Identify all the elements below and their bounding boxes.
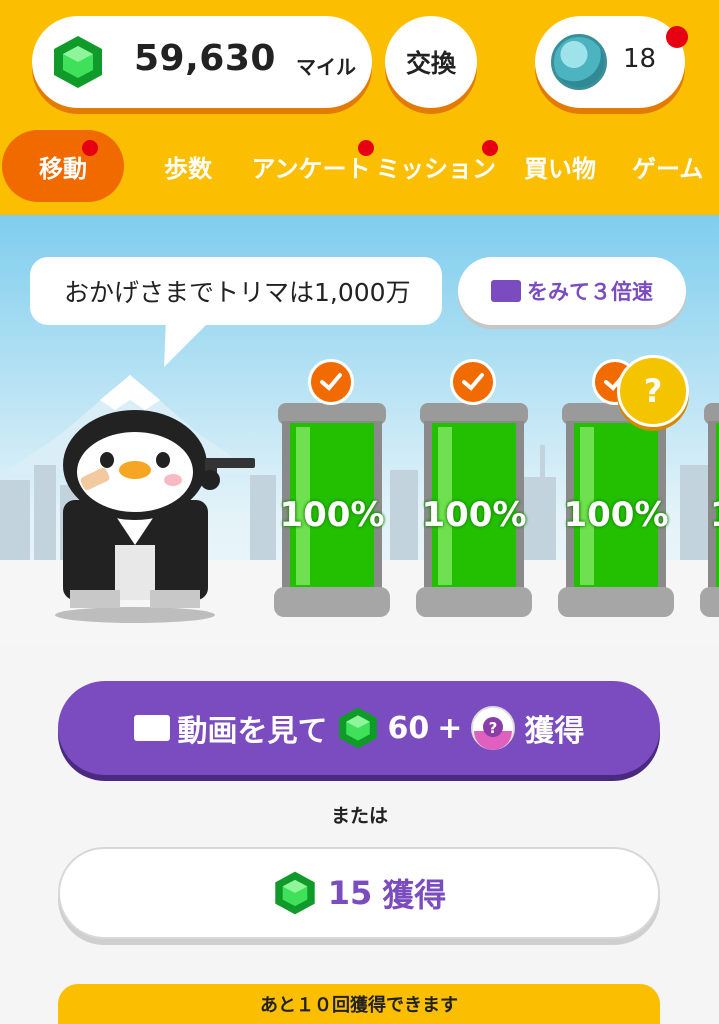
watch-plus: + xyxy=(437,710,463,746)
tank-percent: 100% xyxy=(421,495,527,535)
or-text: または xyxy=(330,805,388,827)
question-icon[interactable]: ? xyxy=(617,355,689,427)
check-icon xyxy=(308,359,354,405)
miles-unit: マイル xyxy=(296,55,356,79)
earn-suffix: 獲得 xyxy=(382,876,447,914)
tab-mission-dot xyxy=(482,140,498,156)
tank-percent: 100% xyxy=(279,495,385,535)
miles-balance[interactable]: 59,630 マイル xyxy=(32,16,372,108)
category-tabs: 移動 歩数 アンケート ミッション 買い物 ゲーム xyxy=(0,130,719,202)
miles-value: 59,630 xyxy=(134,38,276,79)
tank-percent: 100% xyxy=(563,495,669,535)
speech-text: おかげさまでトリマは1,000万 xyxy=(64,278,411,307)
tab-label: ゲーム xyxy=(632,154,704,183)
remaining-count-banner: あと１０回獲得できます xyxy=(58,984,660,1024)
svg-text:?: ? xyxy=(489,719,498,737)
tab-label: ミッション xyxy=(376,154,496,183)
penguin-mascot-icon xyxy=(55,410,255,623)
tank-percent: 1 xyxy=(710,495,719,535)
remaining-text: あと１０回獲得できます xyxy=(260,995,458,1016)
tab-survey[interactable]: アンケート xyxy=(250,130,372,202)
tab-move[interactable]: 移動 xyxy=(2,130,124,202)
watch-prefix: 動画を見て xyxy=(177,714,328,749)
coin-balance[interactable]: 18 xyxy=(535,16,685,108)
tab-shopping[interactable]: 買い物 xyxy=(508,130,612,202)
triple-speed-label: をみて３倍速 xyxy=(527,280,653,304)
tab-game[interactable]: ゲーム xyxy=(632,130,719,202)
tab-label: 歩数 xyxy=(164,154,212,183)
coin-count: 18 xyxy=(623,44,657,74)
tab-label: 買い物 xyxy=(524,154,596,183)
energy-tank: 1 xyxy=(698,365,719,627)
check-icon xyxy=(450,359,496,405)
header-bar: 59,630 マイル 交換 18 移動 歩数 アンケート ミッション 買い物 ゲ… xyxy=(0,0,719,215)
energy-tank: 100% xyxy=(414,359,534,627)
speech-bubble-tail xyxy=(164,319,212,367)
tab-label: 移動 xyxy=(39,154,87,183)
emerald-gem-icon xyxy=(338,707,377,749)
watch-suffix: 獲得 xyxy=(524,714,585,749)
watch-amount: 60 xyxy=(387,710,430,746)
emerald-gem-icon xyxy=(54,36,102,88)
earn-amount: 15 xyxy=(327,874,373,912)
exchange-button[interactable]: 交換 xyxy=(385,16,477,108)
tab-mission[interactable]: ミッション xyxy=(376,130,496,202)
travel-scene: おかげさまでトリマは1,000万 をみて３倍速 100% 100% 100% ? xyxy=(0,215,719,645)
tab-move-dot xyxy=(82,140,98,156)
speech-bubble: おかげさまでトリマは1,000万 xyxy=(30,257,442,325)
film-icon xyxy=(133,715,170,741)
energy-tank: 100% xyxy=(272,359,392,627)
emerald-gem-icon xyxy=(275,871,315,915)
coin-notification-dot xyxy=(666,26,688,48)
tab-label: アンケート xyxy=(251,154,371,183)
tab-steps[interactable]: 歩数 xyxy=(140,130,236,202)
mystery-orb-icon: ? xyxy=(471,706,516,750)
watch-video-reward-button[interactable]: 動画を見て 60 + ? 獲得 xyxy=(58,681,660,775)
triple-speed-video-button[interactable]: をみて３倍速 xyxy=(458,257,686,325)
tab-survey-dot xyxy=(358,140,374,156)
fish-coin-icon xyxy=(551,34,607,90)
earn-reward-button[interactable]: 15 獲得 xyxy=(58,847,660,939)
film-icon xyxy=(491,280,521,302)
mystery-badge-label: ? xyxy=(643,372,663,410)
